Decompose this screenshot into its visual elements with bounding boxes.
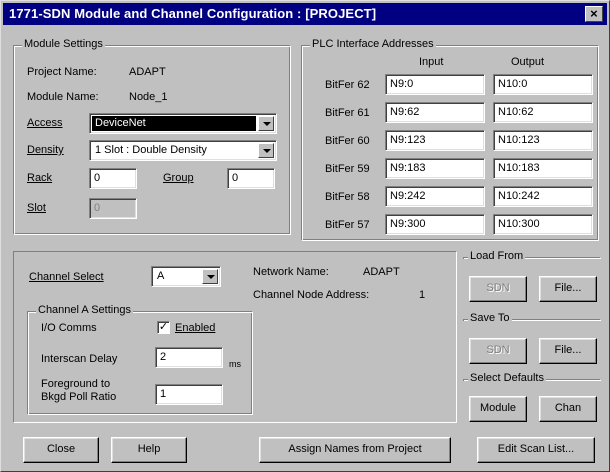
group-input[interactable]: 0 (227, 168, 275, 189)
enabled-checkbox[interactable]: ✓ (157, 321, 170, 334)
bitfer-row-label: BitFer 61 (325, 107, 370, 119)
group-label: Group (163, 172, 194, 184)
bitfer-output-field[interactable]: N10:0 (493, 74, 593, 95)
close-window-button[interactable]: × (585, 6, 603, 22)
bitfer-input-field[interactable]: N9:123 (385, 130, 485, 151)
node-address-value: 1 (419, 289, 426, 301)
access-select-value: DeviceNet (92, 116, 256, 131)
rack-label: Rack (27, 172, 53, 184)
access-label: Access (27, 117, 63, 129)
module-settings-legend: Module Settings (22, 38, 105, 50)
foreground-label-line2: Bkgd Poll Ratio (41, 391, 117, 403)
bitfer-row-label: BitFer 62 (325, 79, 370, 91)
chevron-down-icon[interactable] (202, 269, 218, 284)
default-module-button[interactable]: Module (469, 396, 527, 422)
channel-select[interactable]: A (151, 266, 221, 287)
interscan-delay-label: Interscan Delay (41, 353, 118, 365)
project-name-value: ADAPT (129, 66, 166, 78)
density-select[interactable]: 1 Slot : Double Density (89, 140, 277, 161)
rack-input[interactable]: 0 (89, 168, 137, 189)
bitfer-input-field[interactable]: N9:242 (385, 186, 485, 207)
default-chan-button[interactable]: Chan (539, 396, 597, 422)
save-to-group: Save To (463, 312, 601, 324)
close-button[interactable]: Close (23, 437, 99, 463)
edit-scan-list-button[interactable]: Edit Scan List... (477, 437, 595, 463)
chevron-down-icon[interactable] (258, 143, 274, 158)
density-label: Density (27, 144, 64, 156)
bitfer-row-label: BitFer 60 (325, 135, 370, 147)
load-from-sdn-button[interactable]: SDN (469, 276, 527, 302)
project-name-label: Project Name: (27, 66, 97, 78)
channel-select-value: A (157, 270, 165, 282)
access-select[interactable]: DeviceNet (89, 113, 277, 134)
interscan-delay-input[interactable]: 2 (155, 347, 223, 368)
window-title: 1771-SDN Module and Channel Configuratio… (9, 6, 377, 21)
bitfer-output-field[interactable]: N10:123 (493, 130, 593, 151)
network-name-value: ADAPT (363, 266, 400, 278)
foreground-label-line1: Foreground to (41, 378, 111, 390)
bitfer-input-field[interactable]: N9:0 (385, 74, 485, 95)
save-to-legend: Save To (468, 312, 512, 324)
bitfer-input-field[interactable]: N9:62 (385, 102, 485, 123)
help-button[interactable]: Help (111, 437, 187, 463)
assign-names-button[interactable]: Assign Names from Project (259, 437, 451, 463)
enabled-label: Enabled (175, 322, 216, 334)
network-name-label: Network Name: (253, 266, 329, 278)
bitfer-output-field[interactable]: N10:242 (493, 186, 593, 207)
bitfer-output-field[interactable]: N10:300 (493, 214, 593, 235)
input-column-header: Input (419, 56, 444, 68)
save-to-sdn-button[interactable]: SDN (469, 338, 527, 364)
bitfer-output-field[interactable]: N10:183 (493, 158, 593, 179)
slot-input[interactable]: 0 (89, 198, 137, 219)
bitfer-output-field[interactable]: N10:62 (493, 102, 593, 123)
module-name-label: Module Name: (27, 91, 99, 103)
save-to-file-button[interactable]: File... (539, 338, 597, 364)
node-address-label: Channel Node Address: (253, 289, 370, 301)
bitfer-input-field[interactable]: N9:300 (385, 214, 485, 235)
bitfer-row-label: BitFer 59 (325, 163, 370, 175)
load-from-file-button[interactable]: File... (539, 276, 597, 302)
plc-interface-legend: PLC Interface Addresses (310, 38, 436, 50)
output-column-header: Output (511, 56, 545, 68)
channel-a-settings-legend: Channel A Settings (36, 304, 133, 316)
foreground-ratio-input[interactable]: 1 (155, 384, 223, 405)
bitfer-row-label: BitFer 57 (325, 219, 370, 231)
load-from-group: Load From (463, 250, 601, 262)
select-defaults-legend: Select Defaults (468, 372, 546, 384)
channel-select-label: Channel Select (29, 271, 104, 283)
bitfer-input-field[interactable]: N9:183 (385, 158, 485, 179)
slot-label: Slot (27, 202, 46, 214)
io-comms-label: I/O Comms (41, 322, 97, 334)
select-defaults-group: Select Defaults (463, 372, 601, 384)
load-from-legend: Load From (468, 250, 526, 262)
interscan-unit: ms (229, 359, 241, 369)
bitfer-row-label: BitFer 58 (325, 191, 370, 203)
config-dialog: 1771-SDN Module and Channel Configuratio… (0, 0, 610, 472)
chevron-down-icon[interactable] (258, 116, 274, 131)
module-name-value: Node_1 (129, 91, 168, 103)
density-select-value: 1 Slot : Double Density (95, 144, 207, 156)
title-bar: 1771-SDN Module and Channel Configuratio… (3, 3, 607, 25)
